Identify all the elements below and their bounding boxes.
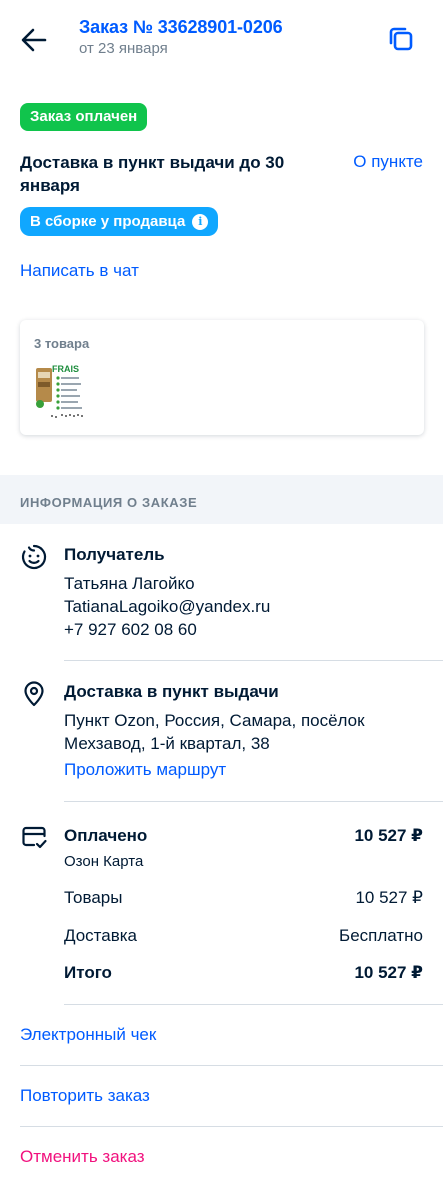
- delivery-cost-value: Бесплатно: [339, 926, 423, 945]
- product-thumbnail[interactable]: FRAIS: [32, 360, 90, 422]
- cancel-order-link[interactable]: Отменить заказ: [20, 1147, 145, 1167]
- assembly-status-badge[interactable]: В сборке у продавца i: [20, 207, 219, 236]
- card-check-icon: [22, 826, 47, 849]
- recipient-name: Татьяна Лагойко: [64, 574, 195, 593]
- build-route-link[interactable]: Проложить маршрут: [64, 760, 226, 780]
- assembly-status-label: В сборке у продавца: [30, 213, 186, 230]
- delivery-deadline-title: Доставка в пункт выдачи до 30 января: [20, 153, 285, 195]
- repeat-order-link[interactable]: Повторить заказ: [20, 1086, 150, 1106]
- total-amount: 10 527 ₽: [354, 963, 423, 982]
- paid-status-badge: Заказ оплачен: [20, 103, 148, 131]
- electronic-receipt-link[interactable]: Электронный чек: [20, 1025, 156, 1045]
- product-brand: FRAIS: [52, 364, 79, 374]
- divider: [64, 660, 443, 661]
- write-to-chat-link[interactable]: Написать в чат: [20, 261, 139, 281]
- header: Заказ № 33628901-0206 от 23 января: [0, 0, 443, 80]
- back-arrow-icon[interactable]: [18, 24, 50, 56]
- payment-title: Оплачено: [64, 826, 148, 845]
- delivery-method-title: Доставка в пункт выдачи: [64, 682, 279, 701]
- items-count: 3 товара: [34, 336, 90, 351]
- order-title: Заказ № 33628901-0206: [79, 17, 283, 37]
- smiley-face-icon: [21, 544, 47, 570]
- goods-label: Товары: [64, 888, 123, 907]
- recipient-title: Получатель: [64, 545, 165, 564]
- divider: [20, 1065, 443, 1066]
- total-label: Итого: [64, 963, 112, 982]
- divider: [64, 1004, 443, 1005]
- payment-method: Озон Карта: [64, 853, 144, 870]
- location-pin-icon: [24, 681, 44, 707]
- goods-amount: 10 527 ₽: [355, 888, 423, 907]
- info-icon: i: [192, 213, 209, 230]
- copy-icon[interactable]: [386, 24, 416, 54]
- items-card[interactable]: 3 товара FRAIS: [20, 320, 424, 435]
- recipient-phone: +7 927 602 08 60: [64, 620, 197, 639]
- order-date: от 23 января: [79, 40, 168, 57]
- delivery-address-line1: Пункт Ozon, Россия, Самара, посёлок: [64, 711, 365, 730]
- divider: [64, 801, 443, 802]
- payment-title-amount: 10 527 ₽: [354, 826, 423, 845]
- delivery-cost-label: Доставка: [64, 926, 138, 945]
- divider: [20, 1126, 443, 1127]
- recipient-email: TatianaLagoiko@yandex.ru: [64, 597, 271, 616]
- delivery-address-line2: Мехзавод, 1-й квартал, 38: [64, 734, 270, 753]
- about-pickup-point-link[interactable]: О пункте: [353, 152, 423, 172]
- order-info-section-title: ИНФОРМАЦИЯ О ЗАКАЗЕ: [20, 495, 198, 510]
